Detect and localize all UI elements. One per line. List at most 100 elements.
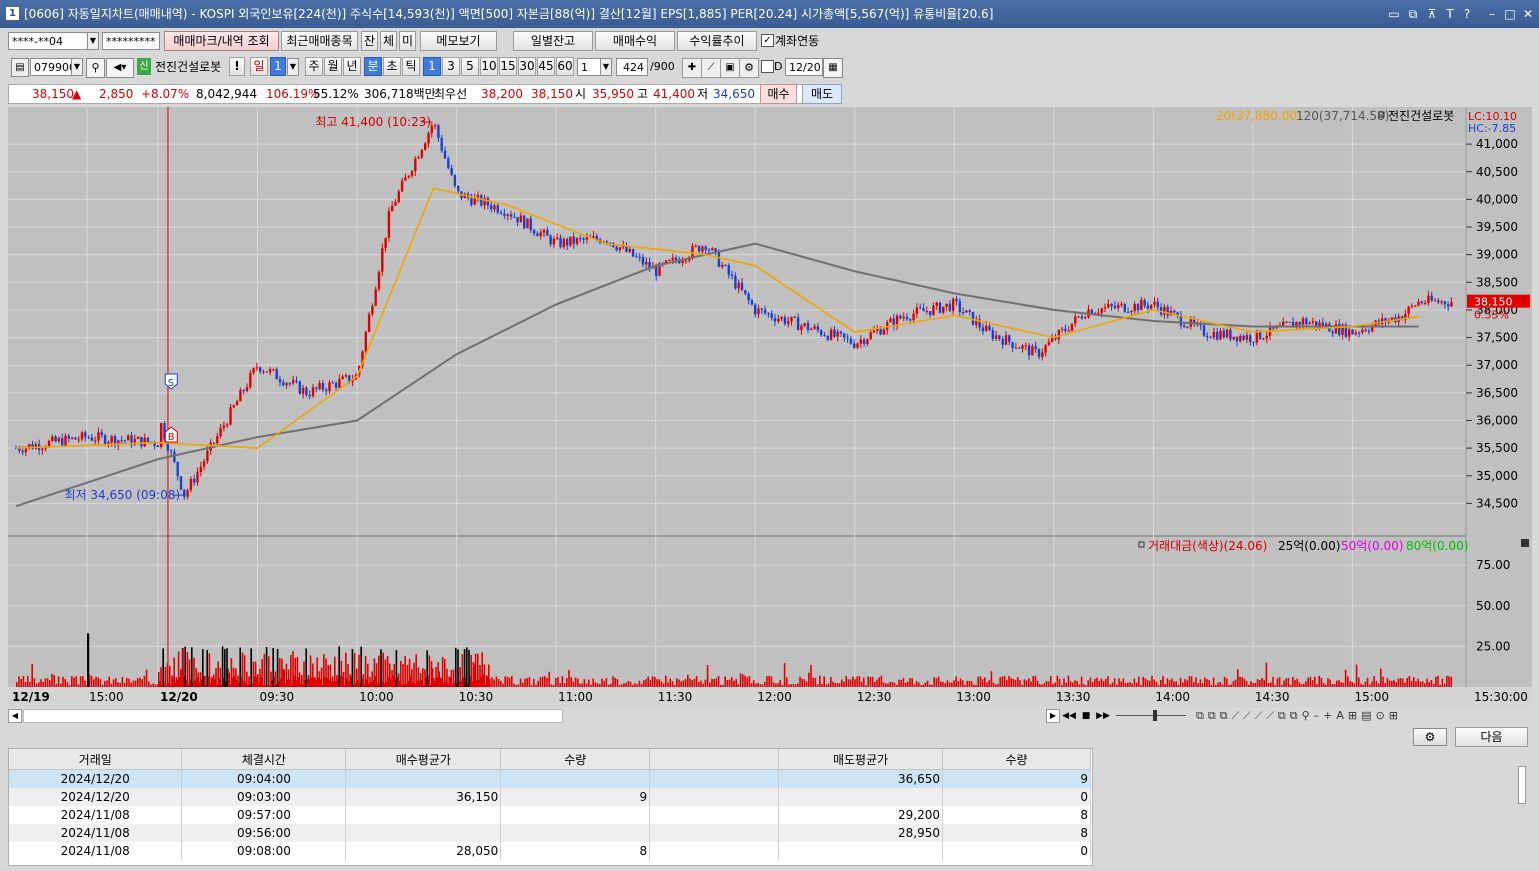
zoom-slider-handle[interactable] <box>1153 710 1157 721</box>
candle-body <box>305 387 308 396</box>
period-month-button[interactable]: 월 <box>324 57 342 76</box>
price-chart-svg[interactable]: 12/19 15:00 12/20 09:30 10:00 10:30 11:00 11:30… <box>8 107 1532 707</box>
vol-bar <box>1036 680 1039 687</box>
period-week-button[interactable]: 주 <box>305 57 323 76</box>
account-link-checkbox[interactable]: ✓ <box>761 34 774 47</box>
interval-5-button[interactable]: 5 <box>461 57 479 76</box>
memo-button[interactable]: 메모보기 <box>420 31 497 51</box>
vol-bar <box>768 675 770 687</box>
candle-body <box>1153 301 1156 305</box>
line-tool-icon[interactable]: ⟋ <box>701 58 721 78</box>
sell-button[interactable]: 매도 <box>802 84 842 104</box>
table-row[interactable]: 2024/12/20 09:04:00 36,650 9 <box>9 769 1091 788</box>
interval-45-button[interactable]: 45 <box>537 57 555 76</box>
vol-bar <box>522 682 524 687</box>
save-icon[interactable]: ▣ <box>720 58 740 78</box>
rewind-icon[interactable]: ◀◀ <box>1062 709 1076 723</box>
col-sell-avg[interactable]: 매도평균가 <box>778 749 944 770</box>
candle-body <box>935 302 938 306</box>
stock-code-dropdown-icon[interactable]: ▼ <box>71 58 83 76</box>
date-field[interactable]: 12/20 <box>785 58 823 76</box>
zoom-slider-track[interactable] <box>1116 715 1186 716</box>
next-button[interactable]: 다음 <box>1455 727 1528 747</box>
date-checkbox[interactable] <box>761 60 774 73</box>
candle-body <box>707 249 711 251</box>
vol-notable-bar <box>181 648 184 687</box>
pin-icon[interactable]: ⊼ <box>1424 0 1440 28</box>
period-day-button[interactable]: 일 <box>250 57 268 76</box>
chart-panel[interactable]: 12/19 15:00 12/20 09:30 10:00 10:30 11:00 11:30… <box>8 107 1532 707</box>
help-icon[interactable]: ? <box>1459 0 1475 28</box>
candle-body <box>1021 345 1024 349</box>
scroll-left-icon[interactable]: ◀ <box>8 709 22 723</box>
mark-query-button[interactable]: 매매마크/내역 조회 <box>164 31 279 51</box>
col-buy-qty[interactable]: 수량 <box>500 749 651 770</box>
period-tick-button[interactable]: 틱 <box>402 57 420 76</box>
scroll-thumb[interactable] <box>23 709 563 723</box>
alert-button[interactable]: ! <box>229 57 245 76</box>
table-scrollbar[interactable] <box>1518 766 1526 804</box>
fast-forward-icon[interactable]: ▶▶ <box>1096 709 1110 723</box>
vol-bar <box>887 683 889 687</box>
interval-30-button[interactable]: 30 <box>518 57 536 76</box>
table-row[interactable]: 2024/11/08 09:56:00 28,950 8 <box>9 824 1091 842</box>
candle-body <box>387 211 391 238</box>
window-copy-icon[interactable]: ⧉ <box>1405 0 1421 28</box>
count-field[interactable]: 424 <box>616 58 648 76</box>
vol-bar <box>1171 678 1173 687</box>
trade-profit-button[interactable]: 매매수익 <box>595 31 675 51</box>
vol-bar <box>1188 676 1191 687</box>
scroll-right-icon[interactable]: ▶ <box>1046 709 1060 723</box>
buy-button[interactable]: 매수 <box>760 84 797 104</box>
x-tick-label: 09:30 <box>260 690 295 704</box>
speaker-icon[interactable]: ◀▾ <box>106 58 134 78</box>
close-icon[interactable]: ✕ <box>1520 0 1536 28</box>
account-dropdown-icon[interactable]: ▼ <box>87 32 99 50</box>
interval-10-button[interactable]: 10 <box>480 57 498 76</box>
minimize-icon[interactable]: – <box>1484 0 1500 28</box>
period-day-count[interactable]: 1 <box>270 57 286 76</box>
multiplier-field[interactable]: 1 <box>577 58 601 76</box>
maximize-icon[interactable]: □ <box>1502 0 1518 28</box>
period-minute-button[interactable]: 분 <box>364 57 382 76</box>
account-number-field[interactable]: ****-**04 <box>8 32 88 50</box>
col-exec-time[interactable]: 체결시간 <box>181 749 347 770</box>
balance-button[interactable]: 잔 <box>361 31 378 51</box>
day-count-dropdown-icon[interactable]: ▼ <box>287 58 299 76</box>
interval-3-button[interactable]: 3 <box>442 57 460 76</box>
table-row[interactable]: 2024/11/08 09:57:00 29,200 8 <box>9 806 1091 824</box>
col-buy-avg[interactable]: 매수평균가 <box>345 749 502 770</box>
stock-code-field[interactable]: 079900 <box>30 58 72 76</box>
execution-button[interactable]: 체 <box>380 31 397 51</box>
settings-gear-icon[interactable]: ⚙ <box>739 58 759 78</box>
vol-bar <box>825 684 828 687</box>
recent-items-button[interactable]: 최근매매종목 <box>281 31 358 51</box>
table-row[interactable]: 2024/11/08 09:08:00 28,050 8 0 <box>9 842 1091 860</box>
col-sell-qty[interactable]: 수량 <box>942 749 1091 770</box>
daily-balance-button[interactable]: 일별잔고 <box>513 31 593 51</box>
grid-settings-icon[interactable]: ⚙ <box>1413 728 1447 746</box>
candle-body <box>301 387 305 394</box>
return-trend-button[interactable]: 수익률추이 <box>677 31 757 51</box>
col-trade-date[interactable]: 거래일 <box>9 749 183 770</box>
password-field[interactable]: ********* <box>102 32 160 50</box>
stop-icon[interactable]: ■ <box>1079 709 1093 723</box>
calendar-icon[interactable]: ▦ <box>823 58 843 78</box>
crosshair-tool-icon[interactable]: ✚ <box>682 58 702 78</box>
vol-bar <box>371 671 373 687</box>
interval-1-button[interactable]: 1 <box>423 57 441 76</box>
table-row[interactable]: 2024/12/20 09:03:00 36,150 9 0 <box>9 788 1091 806</box>
vol-bar <box>775 683 777 687</box>
period-year-button[interactable]: 년 <box>343 57 361 76</box>
restore-layout-icon[interactable]: ▭ <box>1386 0 1402 28</box>
search-icon[interactable]: ⚲ <box>86 58 105 78</box>
interval-60-button[interactable]: 60 <box>556 57 574 76</box>
layout-icon[interactable]: ▤ <box>11 58 29 77</box>
drawing-tools-icon[interactable]: ⧉⧉⧉⟋⟋⟋⟋⧉⧉⚲–+A⊞▤⊙⊞ <box>1196 708 1526 724</box>
period-second-button[interactable]: 초 <box>383 57 401 76</box>
candle-body <box>631 249 635 257</box>
unfilled-button[interactable]: 미 <box>399 31 416 51</box>
interval-15-button[interactable]: 15 <box>499 57 517 76</box>
multiplier-dropdown-icon[interactable]: ▼ <box>600 58 612 76</box>
font-size-icon[interactable]: T <box>1442 0 1458 28</box>
